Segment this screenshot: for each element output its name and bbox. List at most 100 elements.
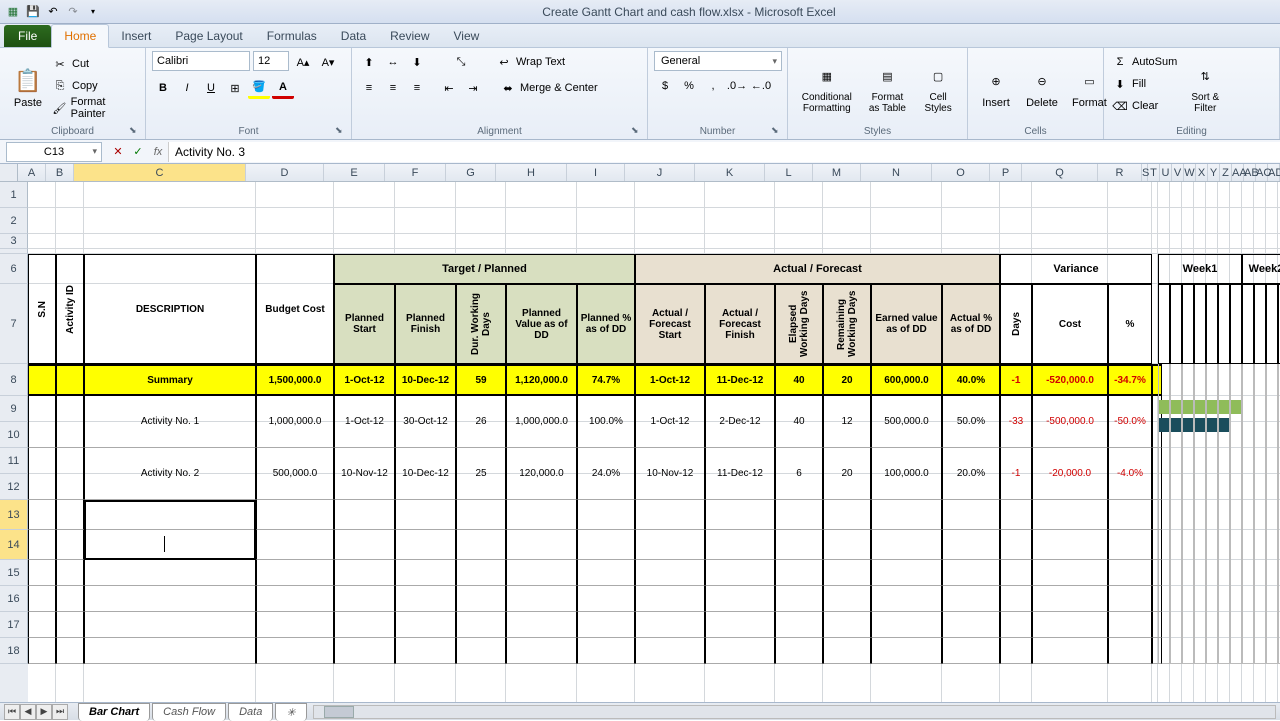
cell[interactable] (1032, 530, 1108, 560)
cell[interactable]: 50.0% (942, 396, 1000, 448)
cell[interactable] (1108, 586, 1152, 612)
cell[interactable] (1152, 612, 1162, 638)
row-header[interactable]: 18 (0, 638, 28, 664)
gantt-cell[interactable] (1182, 364, 1194, 664)
cell[interactable] (635, 638, 705, 664)
decrease-decimal-icon[interactable]: ←.0 (750, 75, 772, 97)
cell[interactable]: -34.7% (1108, 364, 1152, 396)
col-header[interactable]: H (496, 164, 567, 181)
cell[interactable]: 10-Nov-12 (334, 448, 395, 500)
col-header[interactable]: Q (1022, 164, 1098, 181)
insert-cells-button[interactable]: ⊕Insert (974, 51, 1018, 123)
sheet-tab[interactable]: Data (228, 703, 273, 721)
sort-filter-button[interactable]: ⇅Sort & Filter (1183, 51, 1227, 123)
row-header[interactable]: 14 (0, 530, 28, 560)
cell[interactable] (84, 560, 256, 586)
cell[interactable] (456, 612, 506, 638)
cell[interactable] (28, 530, 56, 560)
cell[interactable]: -50.0% (1108, 396, 1152, 448)
fill-color-button[interactable]: 🪣 (248, 77, 270, 99)
cell[interactable] (256, 530, 334, 560)
cell[interactable] (56, 396, 84, 448)
cell[interactable] (775, 530, 823, 560)
cell[interactable] (635, 500, 705, 530)
cell[interactable]: 10-Dec-12 (395, 364, 456, 396)
cell[interactable] (942, 500, 1000, 530)
align-bottom-icon[interactable]: ⬇ (406, 51, 428, 73)
cell[interactable]: 100,000.0 (871, 448, 942, 500)
cell[interactable] (506, 638, 577, 664)
col-header[interactable]: A (18, 164, 46, 181)
cell[interactable] (506, 612, 577, 638)
cell[interactable]: -4.0% (1108, 448, 1152, 500)
gantt-cell[interactable] (1242, 364, 1254, 664)
cell[interactable]: 74.7% (577, 364, 635, 396)
cell[interactable] (705, 530, 775, 560)
cell[interactable] (395, 530, 456, 560)
cell[interactable]: 500,000.0 (871, 396, 942, 448)
cell[interactable] (1152, 530, 1162, 560)
cell[interactable] (635, 560, 705, 586)
cell[interactable] (256, 612, 334, 638)
col-header[interactable]: B (46, 164, 74, 181)
cell[interactable] (28, 638, 56, 664)
format-as-table-button[interactable]: ▤Format as Table (862, 51, 914, 123)
cell[interactable] (1032, 638, 1108, 664)
cell[interactable] (56, 500, 84, 530)
row-header[interactable]: 15 (0, 560, 28, 586)
first-sheet-icon[interactable]: ⏮ (4, 704, 20, 720)
cell[interactable] (942, 638, 1000, 664)
cell[interactable] (1032, 500, 1108, 530)
cell[interactable]: 1-Oct-12 (635, 364, 705, 396)
cell[interactable] (635, 530, 705, 560)
row-header[interactable]: 7 (0, 284, 28, 364)
cell[interactable] (1000, 530, 1032, 560)
alignment-launcher-icon[interactable]: ⬊ (631, 125, 643, 137)
col-header[interactable]: D (246, 164, 324, 181)
cell[interactable]: 20 (823, 448, 871, 500)
cell[interactable] (506, 560, 577, 586)
row-header[interactable]: 2 (0, 208, 28, 234)
col-header[interactable]: N (861, 164, 932, 181)
cell[interactable] (871, 500, 942, 530)
cell[interactable]: 120,000.0 (506, 448, 577, 500)
cell[interactable] (256, 586, 334, 612)
col-header[interactable]: Y (1208, 164, 1220, 181)
cell[interactable]: 40 (775, 364, 823, 396)
align-top-icon[interactable]: ⬆ (358, 51, 380, 73)
cell[interactable] (1108, 612, 1152, 638)
cell[interactable]: Activity No. 1 (84, 396, 256, 448)
cell[interactable] (577, 500, 635, 530)
format-painter-button[interactable]: 🖌Format Painter (50, 97, 139, 119)
cell[interactable] (84, 586, 256, 612)
col-header[interactable]: C (74, 164, 246, 181)
row-header[interactable]: 17 (0, 612, 28, 638)
cell[interactable] (577, 638, 635, 664)
col-header[interactable]: X (1196, 164, 1208, 181)
grow-font-icon[interactable]: A▴ (292, 51, 314, 73)
cell[interactable] (823, 560, 871, 586)
cell[interactable] (823, 500, 871, 530)
cell[interactable] (334, 586, 395, 612)
cell[interactable] (823, 530, 871, 560)
cell[interactable] (84, 612, 256, 638)
border-button[interactable]: ⊞ (224, 77, 246, 99)
col-header[interactable]: J (625, 164, 695, 181)
cell[interactable] (28, 364, 56, 396)
col-header[interactable]: L (765, 164, 813, 181)
row-header[interactable]: 8 (0, 364, 28, 396)
sheet-tab[interactable]: Cash Flow (152, 703, 226, 721)
cell[interactable] (256, 638, 334, 664)
tab-page-layout[interactable]: Page Layout (163, 25, 254, 47)
cell[interactable]: 1-Oct-12 (334, 364, 395, 396)
cell[interactable] (395, 586, 456, 612)
cell[interactable] (28, 448, 56, 500)
cell[interactable] (506, 586, 577, 612)
cell[interactable] (56, 586, 84, 612)
cell[interactable]: -520,000.0 (1032, 364, 1108, 396)
formula-input[interactable] (168, 142, 1280, 162)
cell[interactable]: 11-Dec-12 (705, 448, 775, 500)
align-center-icon[interactable]: ≡ (382, 77, 404, 99)
sheet-tab[interactable]: Bar Chart (78, 703, 150, 721)
cell[interactable]: -33 (1000, 396, 1032, 448)
